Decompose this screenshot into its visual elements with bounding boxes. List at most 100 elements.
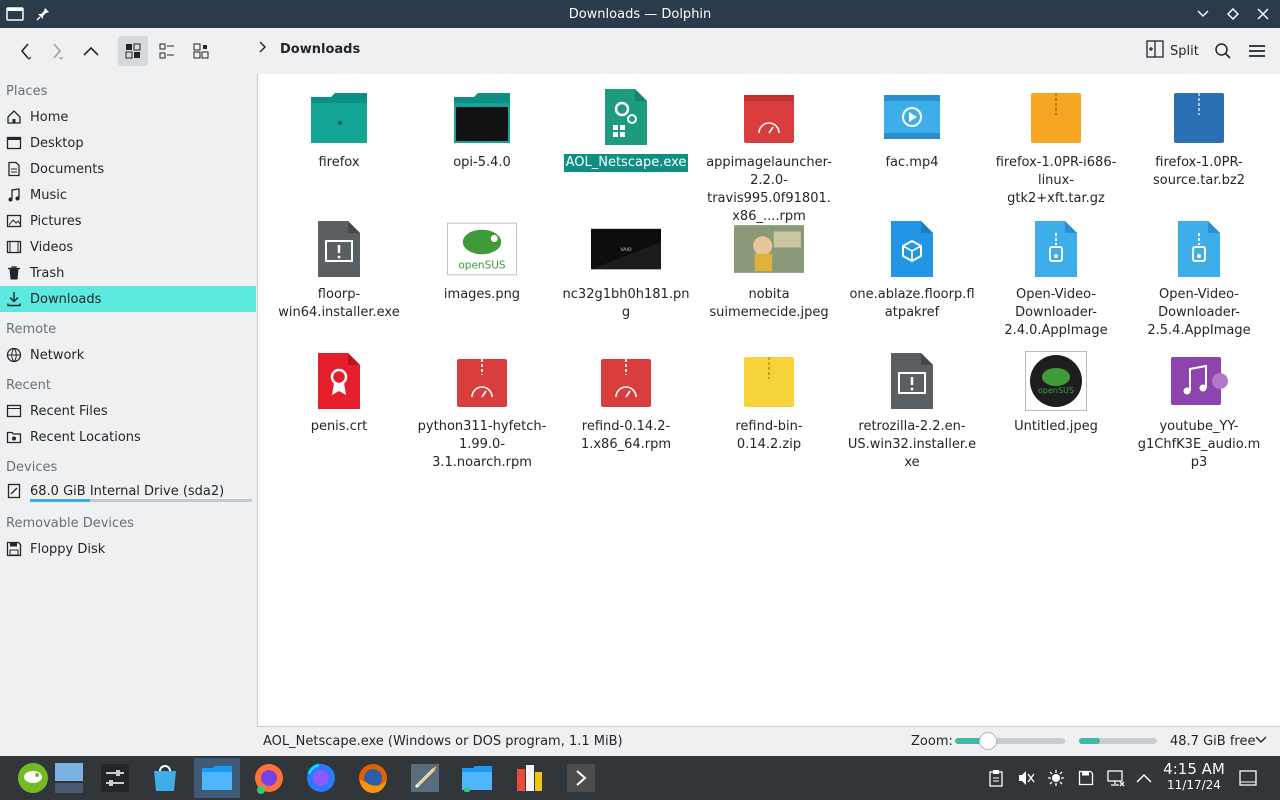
file-item-python311-hyfetch[interactable]: python311-hyfetch-1.99.0-3.1.noarch.rpm xyxy=(412,350,552,472)
file-item-ovd-240[interactable]: Open-Video-Downloader-2.4.0.AppImage xyxy=(986,218,1126,340)
maximize-button[interactable] xyxy=(1224,5,1242,23)
split-button[interactable]: Split xyxy=(1142,36,1203,66)
file-name: firefox-1.0PR-i686-linux-gtk2+xft.tar.gz xyxy=(995,155,1117,206)
office-suite-icon[interactable] xyxy=(506,758,552,798)
text-editor-icon[interactable] xyxy=(402,758,448,798)
place-documents[interactable]: Documents xyxy=(0,156,256,182)
place-trash[interactable]: Trash xyxy=(0,260,256,286)
icons-view-button[interactable] xyxy=(118,36,148,66)
file-name: refind-0.14.2-1.x86_64.rpm xyxy=(580,419,672,452)
removable-storage-icon[interactable] xyxy=(1076,768,1096,788)
clipboard-icon[interactable] xyxy=(986,768,1006,788)
file-item-aol-netscape[interactable]: AOL_Netscape.exe xyxy=(556,86,696,172)
free-space-bar[interactable] xyxy=(1079,738,1157,744)
file-view[interactable]: firefox opi-5.4.0 AOL_Netscape.exe appim… xyxy=(257,74,1280,726)
place-pictures[interactable]: Pictures xyxy=(0,208,256,234)
file-item-floorp-flatpakref[interactable]: one.ablaze.floorp.flatpakref xyxy=(842,218,982,322)
file-name: nobita suimemecide.jpeg xyxy=(709,287,829,320)
file-item-refind-rpm[interactable]: refind-0.14.2-1.x86_64.rpm xyxy=(556,350,696,454)
archive-icon xyxy=(1021,86,1091,148)
place-music[interactable]: Music xyxy=(0,182,256,208)
dolphin-taskbar-icon[interactable] xyxy=(194,758,240,798)
file-item-firefox[interactable]: firefox xyxy=(269,86,409,172)
firefox-developer-icon[interactable] xyxy=(298,758,344,798)
file-item-youtube-mp3[interactable]: youtube_YY-g1ChfK3E_audio.mp3 xyxy=(1129,350,1269,472)
details-view-button[interactable] xyxy=(186,36,216,66)
hamburger-menu-button[interactable] xyxy=(1242,36,1272,66)
back-button[interactable] xyxy=(10,36,40,66)
folder-icon xyxy=(304,86,374,148)
brightness-icon[interactable] xyxy=(1046,768,1066,788)
show-desktop-icon[interactable] xyxy=(46,758,92,798)
place-label: Downloads xyxy=(30,291,102,307)
file-item-firefox-tar-bz2[interactable]: firefox-1.0PR-source.tar.bz2 xyxy=(1129,86,1269,190)
chevron-down-icon[interactable] xyxy=(1255,733,1267,749)
volume-muted-icon[interactable] xyxy=(1016,768,1036,788)
place-floppy-disk[interactable]: Floppy Disk xyxy=(0,536,256,562)
file-item-retrozilla-installer[interactable]: retrozilla-2.2.en-US.win32.installer.exe xyxy=(842,350,982,472)
places-panel: Places Home Desktop Documents Music Pict… xyxy=(0,74,256,726)
place-label: Videos xyxy=(30,239,74,255)
close-button[interactable] xyxy=(1254,5,1272,23)
place-downloads[interactable]: Downloads xyxy=(0,286,256,312)
videos-icon xyxy=(6,239,22,255)
section-remote-title: Remote xyxy=(6,322,57,337)
breadcrumb[interactable]: Downloads xyxy=(258,41,360,57)
file-item-penis-crt[interactable]: penis.crt xyxy=(269,350,409,436)
zoom-slider[interactable] xyxy=(955,732,1065,750)
network-status-icon[interactable] xyxy=(1106,768,1126,788)
taskbar: 4:15 AM 11/17/24 xyxy=(0,756,1280,800)
file-item-ovd-254[interactable]: Open-Video-Downloader-2.5.4.AppImage xyxy=(1129,218,1269,340)
place-label: Recent Locations xyxy=(30,429,141,445)
thumbnail-text: VAIO xyxy=(620,247,632,253)
file-manager-icon[interactable] xyxy=(454,758,500,798)
place-recent-locations[interactable]: Recent Locations xyxy=(0,424,256,450)
digital-clock[interactable]: 4:15 AM 11/17/24 xyxy=(1160,760,1228,792)
file-name: nc32g1bh0h181.png xyxy=(562,287,690,320)
file-item-untitled-jpeg[interactable]: openSUS Untitled.jpeg xyxy=(986,350,1126,436)
file-item-nobita-jpeg[interactable]: nobita suimemecide.jpeg xyxy=(699,218,839,322)
search-button[interactable] xyxy=(1208,36,1238,66)
window-menu-icon[interactable] xyxy=(6,5,24,23)
discover-store-icon[interactable] xyxy=(142,758,188,798)
show-hidden-tray-icon[interactable] xyxy=(1134,768,1154,788)
place-label: Documents xyxy=(30,161,105,177)
system-settings-icon[interactable] xyxy=(92,758,138,798)
place-home[interactable]: Home xyxy=(0,104,256,130)
place-label: Floppy Disk xyxy=(30,541,106,557)
file-item-refind-bin-zip[interactable]: refind-bin-0.14.2.zip xyxy=(699,350,839,454)
firefox-icon[interactable] xyxy=(350,758,396,798)
file-item-images-png[interactable]: openSUS images.png xyxy=(412,218,552,304)
executable-icon xyxy=(877,350,947,412)
compact-view-button[interactable] xyxy=(152,36,182,66)
hard-drive-icon xyxy=(6,483,22,499)
file-item-nc32g1bh0h181[interactable]: VAIO nc32g1bh0h181.png xyxy=(556,218,696,322)
archive-icon xyxy=(1164,86,1234,148)
place-desktop[interactable]: Desktop xyxy=(0,130,256,156)
file-item-firefox-tar-gz[interactable]: firefox-1.0PR-i686-linux-gtk2+xft.tar.gz xyxy=(986,86,1126,208)
place-label: Recent Files xyxy=(30,403,108,419)
place-videos[interactable]: Videos xyxy=(0,234,256,260)
up-button[interactable] xyxy=(76,36,106,66)
file-item-fac-mp4[interactable]: fac.mp4 xyxy=(842,86,982,172)
pin-icon[interactable] xyxy=(34,5,52,23)
floorp-browser-icon[interactable] xyxy=(246,758,292,798)
image-thumbnail xyxy=(734,218,804,280)
free-space-text[interactable]: 48.7 GiB free xyxy=(1170,734,1255,749)
file-item-floorp-installer[interactable]: floorp-win64.installer.exe xyxy=(269,218,409,322)
file-item-appimagelauncher[interactable]: appimagelauncher-2.2.0-travis995.0f91801… xyxy=(699,86,839,226)
thumbnail-text: openSUS xyxy=(1038,386,1074,395)
breadcrumb-current[interactable]: Downloads xyxy=(280,42,360,57)
place-recent-files[interactable]: Recent Files xyxy=(0,398,256,424)
minimize-button[interactable] xyxy=(1194,5,1212,23)
file-item-opi[interactable]: opi-5.4.0 xyxy=(412,86,552,172)
flatpak-icon xyxy=(877,218,947,280)
place-label: Music xyxy=(30,187,67,203)
peek-desktop-icon[interactable] xyxy=(1238,768,1258,788)
terminal-icon[interactable] xyxy=(558,758,604,798)
file-name: retrozilla-2.2.en-US.win32.installer.exe xyxy=(847,419,977,470)
place-network[interactable]: Network xyxy=(0,342,256,368)
forward-button[interactable] xyxy=(42,36,72,66)
zoom-slider-handle[interactable] xyxy=(979,732,997,750)
network-icon xyxy=(6,347,22,363)
